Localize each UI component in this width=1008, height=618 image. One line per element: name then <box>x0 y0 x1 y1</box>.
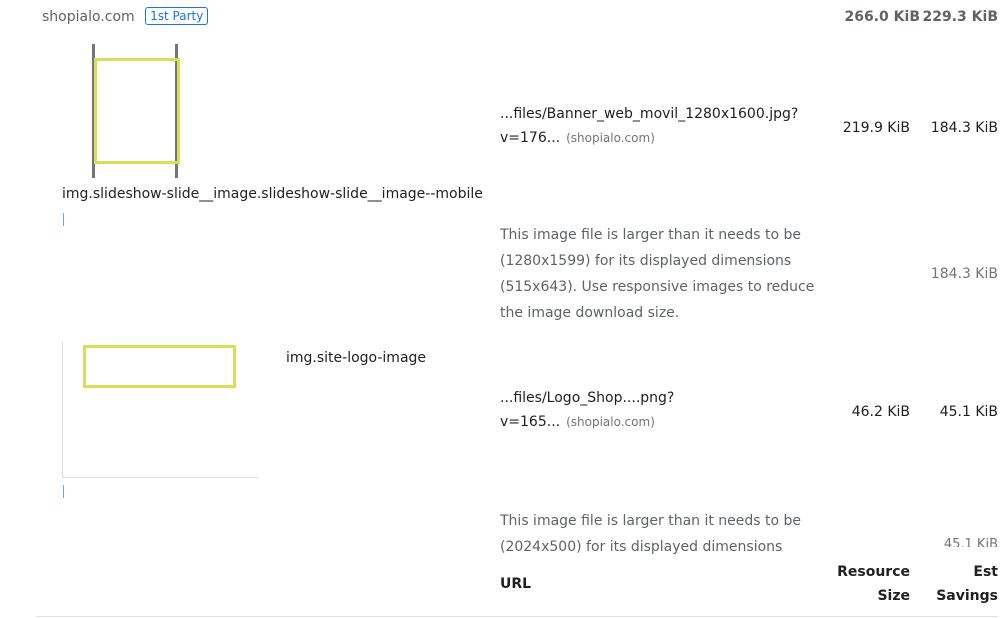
item-resource-size: 46.2 KiB <box>851 404 910 420</box>
text-cursor <box>63 485 64 498</box>
resource-header-line2: Size <box>877 588 910 604</box>
item-sub-savings: 184.3 KiB <box>930 266 998 282</box>
item-url[interactable]: ...files/Banner_web_movil_1280x1600.jpg?… <box>500 102 820 150</box>
item-url-path: ...files/Logo_Shop....png? <box>500 390 675 406</box>
est-savings-column-header[interactable]: Est Savings <box>936 560 998 608</box>
table-header: URL Resource Size Est Savings <box>36 556 998 617</box>
item-url[interactable]: ...files/Logo_Shop....png? v=165... (shop… <box>500 386 820 434</box>
entity-row: shopialo.com 1st Party <box>42 6 209 28</box>
item-url-host: (shopialo.com) <box>566 131 655 145</box>
thumbnail-highlight <box>94 58 180 164</box>
item-description: This image file is larger than it needs … <box>500 513 802 555</box>
item-sub-savings: 45.1 KiB <box>943 538 998 547</box>
item-selector: img.slideshow-slide__image.slideshow-sli… <box>62 186 483 202</box>
entity-resource-size: 266.0 KiB <box>844 9 920 25</box>
thumbnail-highlight <box>83 345 236 388</box>
item-url-host: (shopialo.com) <box>566 415 655 429</box>
text-cursor <box>63 213 64 226</box>
resource-header-line1: Resource <box>837 564 910 580</box>
item-url-query: v=165... <box>500 414 561 430</box>
url-column-header[interactable]: URL <box>500 572 531 596</box>
item-description: This image file is larger than it needs … <box>500 227 815 321</box>
sub-savings-clip: 45.1 KiB <box>918 538 998 547</box>
savings-header-line1: Est <box>973 564 998 580</box>
item-url-query: v=176... <box>500 130 561 146</box>
resource-size-column-header[interactable]: Resource Size <box>837 560 910 608</box>
item-selector: img.site-logo-image <box>286 350 427 366</box>
item-est-savings: 45.1 KiB <box>939 404 998 420</box>
banner-thumbnail <box>92 44 180 178</box>
item-est-savings: 184.3 KiB <box>930 120 998 136</box>
entity-name[interactable]: shopialo.com <box>42 9 135 25</box>
entity-est-savings: 229.3 KiB <box>922 9 998 25</box>
logo-thumbnail <box>62 342 258 478</box>
first-party-badge: 1st Party <box>145 7 209 25</box>
item-resource-size: 219.9 KiB <box>842 120 910 136</box>
savings-header-line2: Savings <box>936 588 998 604</box>
item-url-path: ...files/Banner_web_movil_1280x1600.jpg? <box>500 106 799 122</box>
